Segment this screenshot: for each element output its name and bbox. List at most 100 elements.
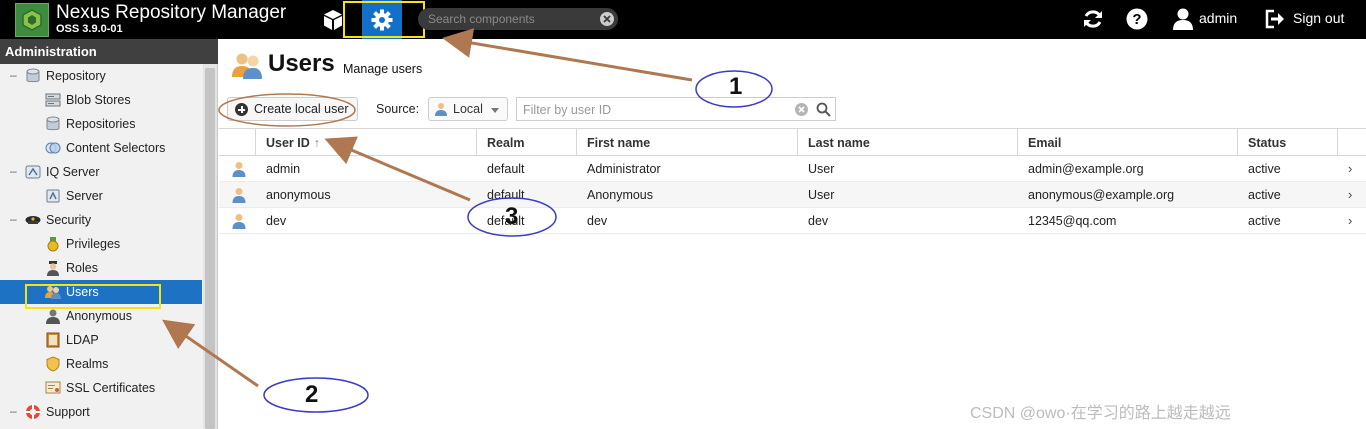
cell-realm: default (487, 188, 525, 202)
selector-icon (45, 142, 61, 154)
table-row[interactable]: anonymous default Anonymous User anonymo… (219, 182, 1366, 208)
users-icon (232, 53, 262, 79)
sidebar-item-label: Roles (66, 261, 98, 275)
sidebar-item-label: Repository (46, 69, 106, 83)
filter-by-user-id-input[interactable] (523, 102, 788, 118)
column-header-user-id[interactable]: User ID ↑ (256, 129, 477, 156)
user-icon[interactable] (1173, 8, 1193, 30)
sidebar-item-blob-stores[interactable]: Blob Stores (0, 88, 202, 112)
column-header-last-name[interactable]: Last name (798, 129, 1018, 156)
sidebar-item-label: Repositories (66, 117, 136, 131)
source-select-value: Local (453, 102, 483, 116)
cell-first-name: dev (587, 214, 608, 228)
cell-last-name: dev (808, 214, 829, 228)
cell-last-name: User (808, 162, 835, 176)
chevron-right-icon[interactable]: › (1348, 213, 1352, 228)
user-icon (435, 103, 447, 116)
column-header-status[interactable]: Status (1238, 129, 1338, 156)
annotation-label-2: 2 (305, 381, 319, 408)
scrollbar-thumb[interactable] (205, 68, 215, 429)
column-header-first-name[interactable]: First name (577, 129, 798, 156)
column-header-label: Email (1028, 136, 1062, 150)
sidebar-item-ldap[interactable]: LDAP (0, 328, 202, 352)
sidebar-item-privileges[interactable]: Privileges (0, 232, 202, 256)
create-local-user-label: Create local user (254, 102, 349, 116)
sidebar-item-realms[interactable]: Realms (0, 352, 202, 376)
collapse-icon[interactable]: – (10, 212, 17, 226)
sign-out-icon[interactable] (1265, 8, 1285, 30)
cell-email: 12345@qq.com (1028, 214, 1117, 228)
app-title: Nexus Repository Manager (56, 2, 287, 23)
sidebar-item-roles[interactable]: Roles (0, 256, 202, 280)
watermark-text: CSDN @owo·在学习的路上越走越远 (970, 405, 1231, 422)
police-cap-icon (25, 216, 41, 224)
medal-icon (47, 237, 59, 252)
sidebar-item-iq-server[interactable]: – IQ Server (0, 160, 202, 184)
sidebar-item-server[interactable]: Server (0, 184, 202, 208)
cell-user-id: anonymous (266, 188, 331, 202)
main-panel: Users Manage users Create local user Sou… (219, 39, 1366, 429)
sort-ascending-icon: ↑ (313, 136, 321, 150)
column-header-realm[interactable]: Realm (477, 129, 577, 156)
sidebar-item-label: Content Selectors (66, 141, 166, 155)
plus-circle-icon (235, 103, 248, 116)
collapse-icon[interactable]: – (10, 164, 17, 178)
sidebar-scrollbar[interactable] (203, 64, 217, 429)
create-local-user-button[interactable]: Create local user (227, 97, 358, 121)
annotation-label-1: 1 (729, 73, 743, 100)
page-subtitle: Manage users (343, 62, 423, 76)
sidebar-item-label: Anonymous (66, 309, 133, 323)
filter-field (516, 97, 836, 121)
sidebar-item-support[interactable]: – Support (0, 400, 202, 424)
svg-text:?: ? (1132, 11, 1141, 28)
help-icon[interactable]: ? (1126, 8, 1148, 30)
table-header: User ID ↑ Realm First name Last name Emai… (219, 128, 1366, 156)
collapse-icon[interactable]: – (10, 404, 17, 418)
search-components-input[interactable] (428, 11, 598, 27)
table-row[interactable]: admin default Administrator User admin@e… (219, 156, 1366, 182)
search-icon[interactable] (816, 102, 831, 117)
collapse-icon[interactable]: – (10, 68, 17, 82)
sidebar-item-repositories[interactable]: Repositories (0, 112, 202, 136)
sidebar-item-security[interactable]: – Security (0, 208, 202, 232)
sidebar-item-content-selectors[interactable]: Content Selectors (0, 136, 202, 160)
sidebar-header: Administration (0, 39, 218, 64)
cell-status: active (1248, 188, 1281, 202)
sidebar-item-label: IQ Server (46, 165, 100, 179)
clear-filter-icon[interactable] (795, 103, 808, 116)
column-header-email[interactable]: Email (1018, 129, 1238, 156)
database-icon (46, 116, 60, 131)
certificate-icon (45, 381, 61, 394)
sidebar-item-label: Security (46, 213, 92, 227)
book-icon (46, 332, 60, 348)
icon-column-header (219, 129, 256, 156)
server-icon (45, 93, 61, 107)
role-icon (47, 261, 59, 276)
column-header-label: Status (1248, 136, 1287, 150)
database-icon (26, 68, 40, 83)
cube-icon (324, 9, 342, 30)
sign-out-link[interactable]: Sign out (1293, 10, 1344, 26)
top-bar: Nexus Repository Manager OSS 3.9.0-01 Se… (0, 0, 1366, 39)
cell-user-id: dev (266, 214, 287, 228)
users-toolbar: Create local user Source: Local (219, 95, 1366, 125)
clear-search-icon[interactable] (600, 12, 614, 26)
chevron-right-icon[interactable]: › (1348, 161, 1352, 176)
highlight-box-admin-mode (343, 1, 425, 38)
chevron-right-icon[interactable]: › (1348, 187, 1352, 202)
iq-icon (25, 165, 41, 179)
cell-first-name: Anonymous (587, 188, 654, 202)
user-icon (232, 188, 246, 203)
sidebar-item-label: SSL Certificates (66, 381, 156, 395)
cell-first-name: Administrator (587, 162, 661, 176)
refresh-icon[interactable] (1082, 8, 1104, 30)
lifebuoy-icon (25, 404, 41, 420)
source-select[interactable]: Local (428, 97, 508, 121)
current-user-name[interactable]: admin (1199, 10, 1237, 26)
table-row[interactable]: dev default dev dev 12345@qq.com active … (219, 208, 1366, 234)
column-header-label: Last name (808, 136, 870, 150)
cell-last-name: User (808, 188, 835, 202)
sidebar-item-ssl-certificates[interactable]: SSL Certificates (0, 376, 202, 400)
nexus-logo-icon[interactable] (15, 3, 49, 37)
sidebar-item-repository[interactable]: – Repository (0, 64, 202, 88)
